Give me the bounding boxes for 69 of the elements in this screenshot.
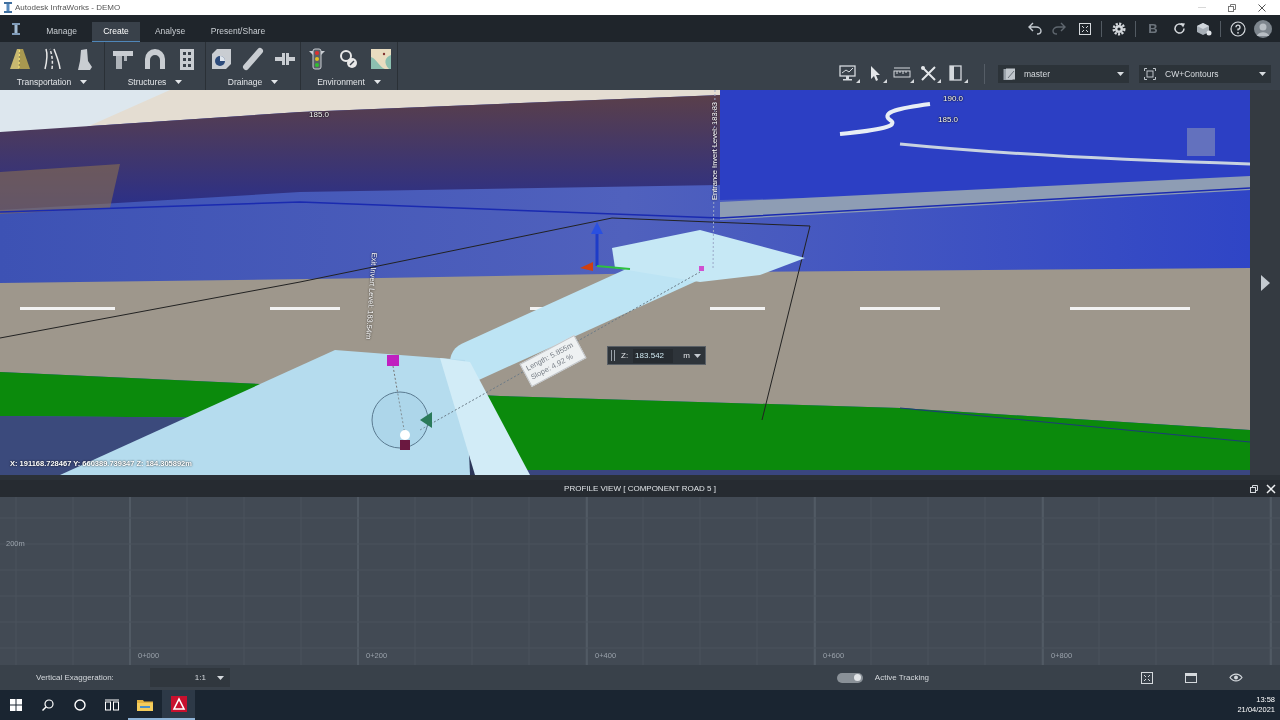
caret-icon	[271, 80, 279, 85]
window-icon[interactable]	[1185, 672, 1197, 683]
cad-app-button[interactable]	[162, 690, 195, 720]
close-icon	[1266, 483, 1276, 494]
app-logo-icon[interactable]	[11, 22, 20, 35]
caret-icon	[1117, 72, 1124, 76]
app-logo-icon	[4, 2, 12, 13]
panel-title: PROFILE VIEW [ COMPONENT ROAD 5 ]	[564, 484, 716, 493]
avatar-icon[interactable]	[1254, 19, 1272, 38]
settings-icon[interactable]	[1112, 21, 1126, 36]
help-icon[interactable]	[1230, 20, 1246, 37]
menu-tab[interactable]: Present/Share	[200, 22, 276, 42]
refresh-icon[interactable]	[1172, 22, 1186, 35]
window-title: Autodesk InfraWorks - DEMO	[15, 3, 121, 12]
task-view-icon	[105, 699, 119, 711]
fit-view-icon[interactable]	[1141, 671, 1153, 684]
undo-icon[interactable]	[1028, 22, 1042, 35]
ribbon-group-menu-button[interactable]: Drainage	[227, 78, 279, 87]
contour-label: 190.0	[943, 94, 964, 103]
road-icon[interactable]	[8, 47, 32, 71]
caret-icon	[175, 80, 183, 85]
tunnel-icon[interactable]	[143, 47, 167, 71]
monitor-icon[interactable]	[838, 65, 861, 83]
menu-tab[interactable]: Create	[92, 22, 140, 42]
contour-label: 185.0	[938, 115, 959, 124]
ruler-icon[interactable]	[892, 65, 915, 83]
menu-tab[interactable]: Manage	[31, 22, 92, 42]
restore-panel-button[interactable]	[1249, 483, 1259, 494]
exaggeration-label: Vertical Exaggeration:	[36, 673, 114, 682]
caret-icon	[80, 80, 88, 85]
right-arrow-icon[interactable]	[1260, 274, 1270, 291]
fit-view-icon[interactable]	[1079, 22, 1091, 35]
exaggeration-dropdown[interactable]: 1:1	[149, 668, 230, 687]
contour-label: 185.0	[309, 110, 330, 119]
minimize-icon	[1198, 7, 1206, 8]
caret-icon	[373, 80, 381, 85]
pipe-icon[interactable]	[241, 47, 265, 71]
restore-icon	[1250, 484, 1258, 493]
proposal-dropdown[interactable]: master	[998, 65, 1129, 83]
active-tracking-toggle[interactable]	[836, 672, 863, 683]
drain-box-icon[interactable]	[209, 47, 233, 71]
search-icon	[42, 699, 54, 711]
windows-logo-icon	[10, 699, 22, 711]
frame-icon	[1144, 68, 1156, 80]
active-tracking-label: Active Tracking	[874, 673, 930, 682]
restore-icon	[1228, 3, 1236, 12]
map-icon[interactable]	[369, 47, 393, 71]
ribbon-group-menu-button[interactable]: Environment	[317, 78, 381, 87]
app-tile-icon	[170, 696, 187, 712]
panel-icon[interactable]	[946, 65, 969, 83]
caret-icon	[1259, 72, 1266, 76]
close-panel-button[interactable]	[1265, 482, 1277, 495]
folder-icon	[137, 697, 153, 711]
visual-style-dropdown[interactable]: CW+Contours	[1139, 65, 1271, 83]
menu-tab[interactable]: Analyse	[140, 22, 200, 42]
z-value-field[interactable]: 183.542	[633, 348, 674, 363]
ribbon-group-menu-button[interactable]: Structures	[127, 78, 183, 87]
crossed-tools-icon[interactable]	[919, 65, 942, 83]
sheets-icon	[1003, 67, 1016, 81]
cube-icon[interactable]	[1196, 21, 1212, 36]
unit-dropdown[interactable]: m	[683, 351, 701, 360]
circle-icon	[74, 699, 86, 711]
caret-icon	[694, 353, 701, 358]
z-label: Z:	[621, 351, 629, 360]
grip-icon[interactable]	[611, 350, 615, 361]
caret-icon	[216, 675, 224, 680]
eye-icon[interactable]	[1229, 673, 1243, 682]
close-icon	[1258, 3, 1266, 12]
ribbon-group-menu-button[interactable]: Transportation	[16, 78, 88, 87]
